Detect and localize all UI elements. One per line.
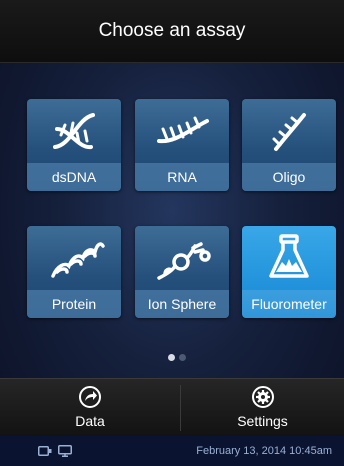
assay-label: dsDNA [27, 163, 121, 191]
header-bar: Choose an assay [0, 0, 344, 63]
assay-tile-oligo[interactable]: Oligo [242, 99, 336, 191]
assay-label: Ion Sphere [135, 290, 229, 318]
footer-bar: Data Settings [0, 378, 344, 437]
ion-sphere-icon [157, 242, 211, 280]
assay-tile-rna[interactable]: RNA [135, 99, 229, 191]
assay-label: RNA [135, 163, 229, 191]
assay-label: Oligo [242, 163, 336, 191]
settings-label: Settings [237, 413, 288, 429]
status-bar: February 13, 2014 10:45am [0, 436, 344, 466]
gear-icon [252, 386, 274, 408]
assay-tile-dsdna[interactable]: dsDNA [27, 99, 121, 191]
data-button[interactable]: Data [0, 379, 180, 437]
oligo-icon [272, 113, 306, 151]
share-arrow-icon [79, 386, 101, 408]
page-title: Choose an assay [98, 20, 246, 41]
settings-button[interactable]: Settings [181, 379, 344, 437]
page-dot[interactable] [179, 354, 186, 361]
device-icon [38, 446, 52, 456]
protein-icon [51, 242, 105, 278]
rna-icon [157, 116, 209, 144]
dsdna-icon [53, 113, 95, 150]
assay-tile-fluorometer[interactable]: Fluorometer [242, 226, 336, 318]
assay-label: Fluorometer [242, 290, 336, 318]
status-datetime: February 13, 2014 10:45am [196, 445, 332, 457]
assay-tile-protein[interactable]: Protein [27, 226, 121, 318]
assay-tile-ion-sphere[interactable]: Ion Sphere [135, 226, 229, 318]
page-dot-active[interactable] [168, 354, 175, 361]
assay-label: Protein [27, 290, 121, 318]
data-label: Data [75, 413, 105, 429]
fluorometer-icon [269, 234, 309, 278]
monitor-icon [58, 445, 72, 457]
app-screen: Choose an assay dsDNA RNA Oligo Protein … [0, 0, 344, 466]
